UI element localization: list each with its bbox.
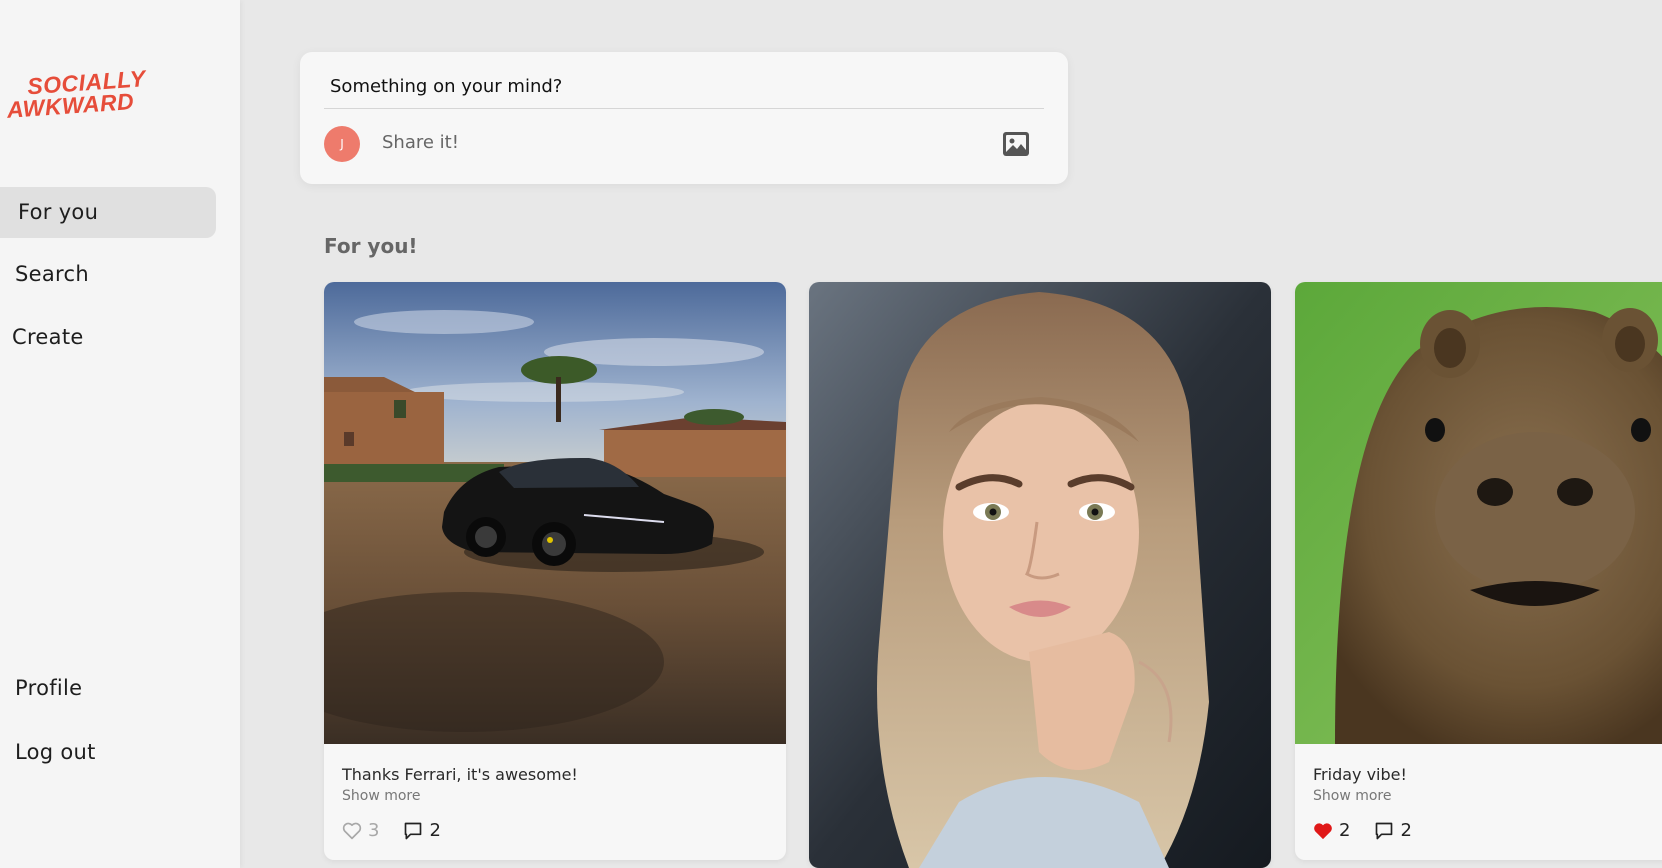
comment-count: 2 — [429, 820, 441, 841]
heart-outline-icon — [342, 822, 362, 839]
sidebar-item-profile[interactable]: Profile — [15, 676, 82, 700]
sidebar: SOCIALLY AWKWARD For you Search Create P… — [0, 0, 240, 868]
post-image[interactable] — [809, 282, 1271, 868]
comment-icon — [405, 822, 422, 839]
post-image[interactable] — [1295, 282, 1662, 744]
comment-button[interactable]: 2 — [403, 820, 441, 841]
comment-button[interactable]: 2 — [1374, 820, 1412, 841]
sidebar-item-create[interactable]: Create — [12, 325, 84, 349]
heart-filled-icon — [1314, 822, 1332, 839]
comment-count: 2 — [1400, 820, 1412, 841]
post-card[interactable]: Friday vibe! Show more 2 2 — [1295, 282, 1662, 860]
post-card[interactable] — [809, 282, 1271, 868]
post-caption: Thanks Ferrari, it's awesome! — [342, 765, 578, 784]
like-button[interactable]: 2 — [1313, 820, 1350, 841]
composer-question: Something on your mind? — [330, 76, 563, 97]
share-input[interactable] — [382, 132, 882, 153]
like-count: 3 — [368, 820, 380, 841]
feed-title: For you! — [324, 234, 418, 258]
show-more-link[interactable]: Show more — [1313, 788, 1392, 804]
app-logo[interactable]: SOCIALLY AWKWARD — [5, 65, 148, 123]
post-caption: Friday vibe! — [1313, 765, 1407, 784]
post-composer: Something on your mind? J — [300, 52, 1068, 184]
like-button[interactable]: 3 — [342, 820, 379, 841]
post-actions: 3 2 — [342, 820, 441, 841]
comment-icon — [1376, 822, 1393, 839]
sidebar-item-search[interactable]: Search — [15, 262, 89, 286]
post-card[interactable]: Thanks Ferrari, it's awesome! Show more … — [324, 282, 786, 860]
image-icon[interactable] — [1002, 131, 1030, 157]
show-more-link[interactable]: Show more — [342, 788, 421, 804]
sidebar-item-for-you[interactable]: For you — [0, 187, 216, 238]
post-actions: 2 2 — [1313, 820, 1412, 841]
composer-divider — [324, 108, 1044, 109]
like-count: 2 — [1339, 820, 1351, 841]
post-image[interactable] — [324, 282, 786, 744]
avatar[interactable]: J — [324, 126, 360, 162]
sidebar-item-log-out[interactable]: Log out — [15, 740, 96, 764]
